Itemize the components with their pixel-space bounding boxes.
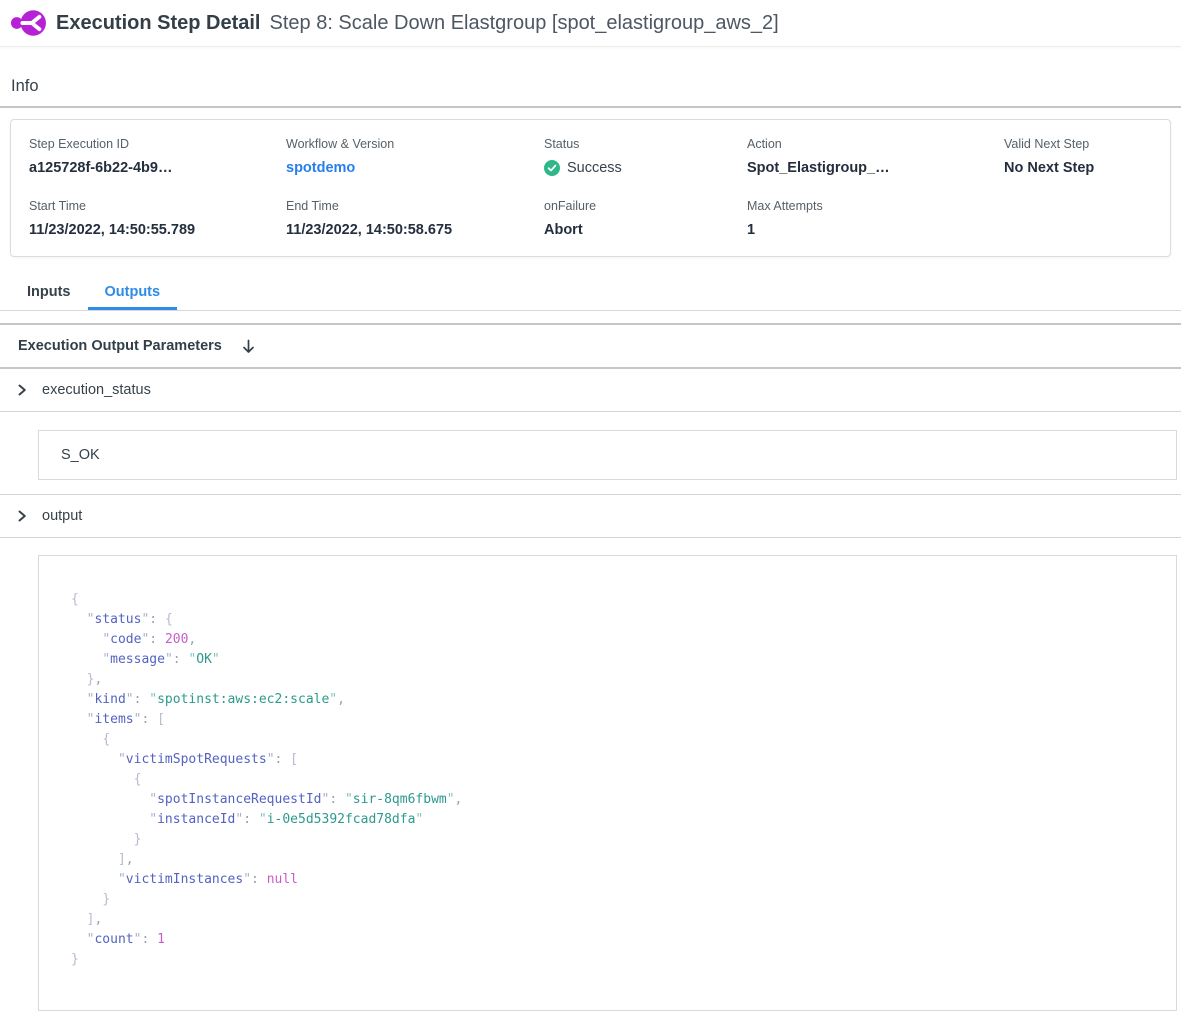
chevron-right-icon <box>16 510 28 522</box>
field-label: Status <box>544 137 747 151</box>
field-value: a125728f-6b22-4b9… <box>29 160 286 176</box>
step-info-card: Step Execution ID a125728f-6b22-4b9… Wor… <box>10 119 1171 257</box>
field-value: 1 <box>747 222 1004 238</box>
field-value: No Next Step <box>1004 160 1170 176</box>
execution-output-parameters-bar: Execution Output Parameters <box>0 323 1181 369</box>
page-subtitle: Step 8: Scale Down Elastgroup [spot_elas… <box>270 12 779 35</box>
inputs-outputs-tabbar: Inputs Outputs <box>0 276 1181 311</box>
output-json-box: { "status": { "code": 200, "message": "O… <box>38 555 1177 1011</box>
field-start-time: Start Time 11/23/2022, 14:50:55.789 <box>29 199 286 238</box>
field-status: Status Success <box>544 137 747 176</box>
field-label: Valid Next Step <box>1004 137 1170 151</box>
field-label: Workflow & Version <box>286 137 544 151</box>
field-end-time: End Time 11/23/2022, 14:50:58.675 <box>286 199 544 238</box>
output-json-code: { "status": { "code": 200, "message": "O… <box>71 590 1156 970</box>
output-row[interactable]: output <box>0 495 1181 538</box>
success-check-icon <box>544 160 560 176</box>
info-card-grid: Step Execution ID a125728f-6b22-4b9… Wor… <box>29 137 1170 238</box>
field-label: Action <box>747 137 1004 151</box>
page-title: Execution Step Detail <box>56 12 261 35</box>
chevron-right-icon <box>16 384 28 396</box>
output-label: output <box>42 508 82 524</box>
tab-outputs[interactable]: Outputs <box>88 276 178 310</box>
execution-status-value-box: S_OK <box>38 430 1177 480</box>
workflow-link[interactable]: spotdemo <box>286 160 544 176</box>
field-label: onFailure <box>544 199 747 213</box>
spot-brand-icon <box>10 7 48 39</box>
execution-status-row[interactable]: execution_status <box>0 369 1181 412</box>
field-value: 11/23/2022, 14:50:58.675 <box>286 222 544 238</box>
field-label: Start Time <box>29 199 286 213</box>
field-label: Max Attempts <box>747 199 1004 213</box>
field-label: Step Execution ID <box>29 137 286 151</box>
info-section-heading: Info <box>0 47 1181 108</box>
field-valid-next-step: Valid Next Step No Next Step <box>1004 137 1170 176</box>
field-value: Abort <box>544 222 747 238</box>
field-step-execution-id: Step Execution ID a125728f-6b22-4b9… <box>29 137 286 176</box>
field-value: 11/23/2022, 14:50:55.789 <box>29 222 286 238</box>
field-action: Action Spot_Elastigroup_… <box>747 137 1004 176</box>
page-header: Execution Step Detail Step 8: Scale Down… <box>0 0 1181 47</box>
status-text: Success <box>567 160 622 176</box>
execution-output-parameters-title: Execution Output Parameters <box>18 338 222 354</box>
field-max-attempts: Max Attempts 1 <box>747 199 1004 238</box>
execution-status-label: execution_status <box>42 382 151 398</box>
field-workflow-version: Workflow & Version spotdemo <box>286 137 544 176</box>
arrow-down-icon[interactable] <box>241 339 256 354</box>
field-label: End Time <box>286 199 544 213</box>
output-section: output { "status": { "code": 200, "messa… <box>0 495 1181 1011</box>
field-onfailure: onFailure Abort <box>544 199 747 238</box>
execution-status-value: S_OK <box>61 447 100 463</box>
tab-inputs[interactable]: Inputs <box>10 276 88 310</box>
execution-status-section: execution_status S_OK <box>0 369 1181 495</box>
status-value: Success <box>544 160 747 176</box>
field-value: Spot_Elastigroup_… <box>747 160 1004 176</box>
